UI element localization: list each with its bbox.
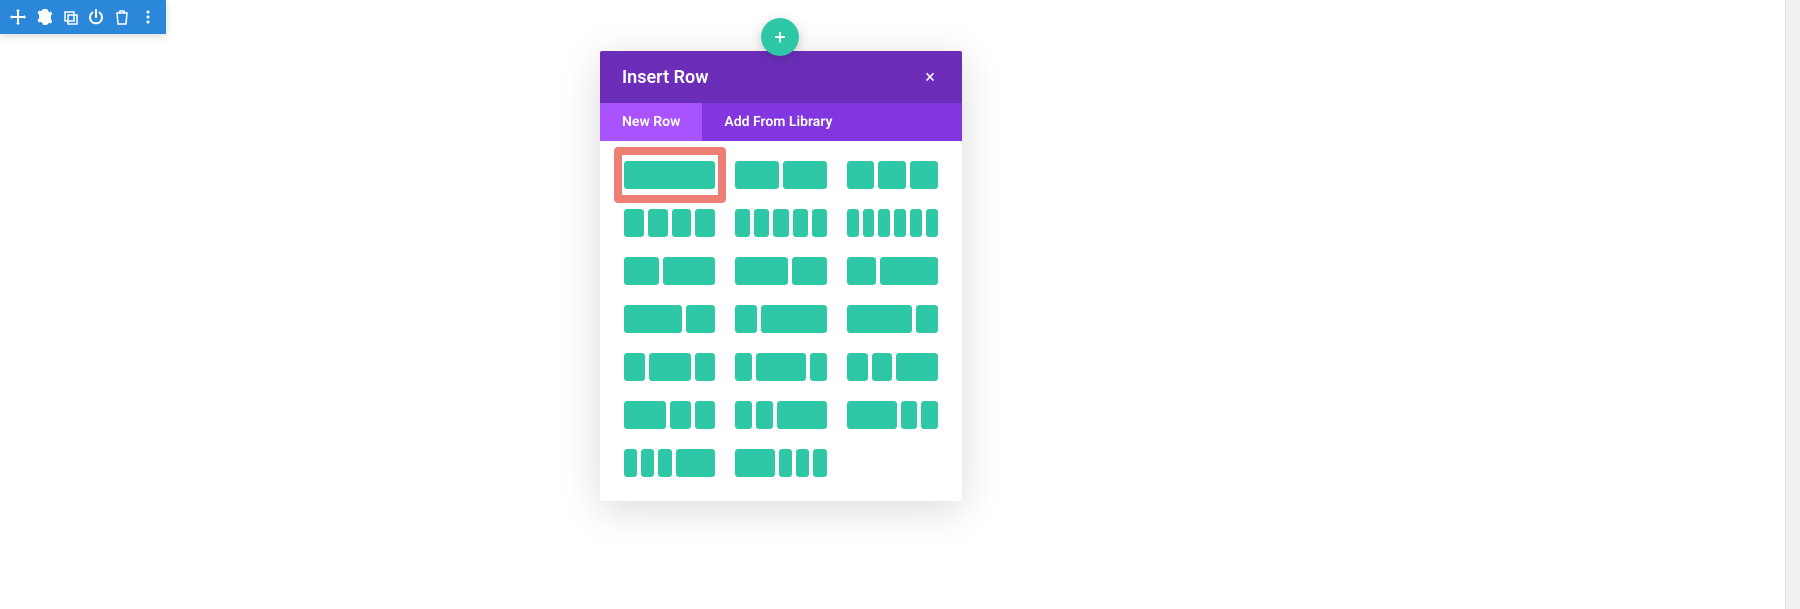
column-block [894, 209, 906, 237]
column-block [793, 209, 808, 237]
column-block [779, 449, 792, 477]
column-block [792, 257, 827, 285]
layout-3-5_1-5_1-5[interactable] [847, 401, 938, 429]
column-block [735, 401, 752, 429]
column-block [872, 353, 893, 381]
column-block [756, 353, 806, 381]
column-block [686, 305, 715, 333]
column-block [880, 257, 938, 285]
duplicate-icon[interactable] [58, 5, 82, 29]
column-block [901, 401, 918, 429]
column-block [695, 401, 716, 429]
column-block [648, 209, 668, 237]
column-block [624, 161, 715, 189]
modal-title: Insert Row [622, 67, 709, 88]
layout-1-6_1-6_1-6_1-2[interactable] [624, 449, 715, 477]
section-toolbar [0, 0, 166, 34]
modal-tabs: New Row Add From Library [600, 103, 962, 141]
column-block [777, 401, 827, 429]
column-block [624, 305, 682, 333]
layout-1-2_1-6_1-6_1-6[interactable] [735, 449, 826, 477]
column-block [796, 449, 809, 477]
column-block [783, 161, 827, 189]
column-block [921, 401, 938, 429]
column-block [735, 449, 775, 477]
layout-1-5_1-5_3-5[interactable] [735, 401, 826, 429]
layout-1-4_3-4[interactable] [735, 305, 826, 333]
column-block [878, 209, 890, 237]
column-block [663, 257, 715, 285]
column-block [624, 353, 645, 381]
tab-add-from-library[interactable]: Add From Library [702, 103, 854, 141]
column-block [916, 305, 938, 333]
column-block [926, 209, 938, 237]
layout-1-5_3-5_1-5[interactable] [735, 353, 826, 381]
column-block [810, 353, 827, 381]
column-block [847, 257, 876, 285]
column-block [624, 209, 644, 237]
layout-1[interactable] [624, 161, 715, 189]
layout-1-3_2-3[interactable] [847, 257, 938, 285]
column-block [735, 305, 757, 333]
column-block [761, 305, 827, 333]
column-block [735, 209, 750, 237]
layout-1-4_1-2_1-4[interactable] [624, 353, 715, 381]
column-block [624, 257, 659, 285]
column-block [649, 353, 691, 381]
modal-header: Insert Row × [600, 51, 962, 103]
move-icon[interactable] [6, 5, 30, 29]
layout-2-5_3-5[interactable] [624, 257, 715, 285]
column-block [624, 401, 666, 429]
column-block [624, 449, 637, 477]
close-icon[interactable]: × [920, 67, 940, 87]
layout-1-6x6[interactable] [847, 209, 938, 237]
column-block [641, 449, 654, 477]
tab-new-row[interactable]: New Row [600, 103, 702, 141]
layout-2-3_1-3[interactable] [624, 305, 715, 333]
column-block [670, 401, 691, 429]
layout-3-5_2-5[interactable] [735, 257, 826, 285]
insert-row-modal: Insert Row × New Row Add From Library [600, 51, 962, 501]
column-block [847, 209, 859, 237]
column-block [813, 449, 826, 477]
column-block [754, 209, 769, 237]
layout-1-3_1-3_1-3[interactable] [847, 161, 938, 189]
column-block [847, 401, 897, 429]
trash-icon[interactable] [110, 5, 134, 29]
column-block [695, 209, 715, 237]
column-block [756, 401, 773, 429]
column-block [847, 305, 913, 333]
column-block [910, 161, 938, 189]
layout-1-2_1-2[interactable] [735, 161, 826, 189]
column-block [910, 209, 922, 237]
column-block [672, 209, 692, 237]
more-icon[interactable] [136, 5, 160, 29]
column-block [658, 449, 671, 477]
column-block [676, 449, 716, 477]
add-button[interactable]: + [761, 18, 799, 56]
column-block [695, 353, 716, 381]
column-block [735, 257, 787, 285]
column-block [847, 353, 868, 381]
layout-1-5x5[interactable] [735, 209, 826, 237]
column-block [773, 209, 788, 237]
modal-body [600, 141, 962, 501]
column-block [847, 161, 875, 189]
layout-1-2_1-4_1-4[interactable] [624, 401, 715, 429]
plus-icon: + [774, 25, 785, 49]
column-block [735, 353, 752, 381]
column-block [812, 209, 827, 237]
layout-1-4_1-4_1-2[interactable] [847, 353, 938, 381]
layout-3-4_1-4[interactable] [847, 305, 938, 333]
gear-icon[interactable] [32, 5, 56, 29]
power-icon[interactable] [84, 5, 108, 29]
column-block [735, 161, 779, 189]
column-block [896, 353, 938, 381]
layout-grid [624, 161, 938, 477]
column-block [863, 209, 875, 237]
column-block [878, 161, 906, 189]
scrollbar-track[interactable] [1785, 0, 1800, 609]
layout-1-4x4[interactable] [624, 209, 715, 237]
